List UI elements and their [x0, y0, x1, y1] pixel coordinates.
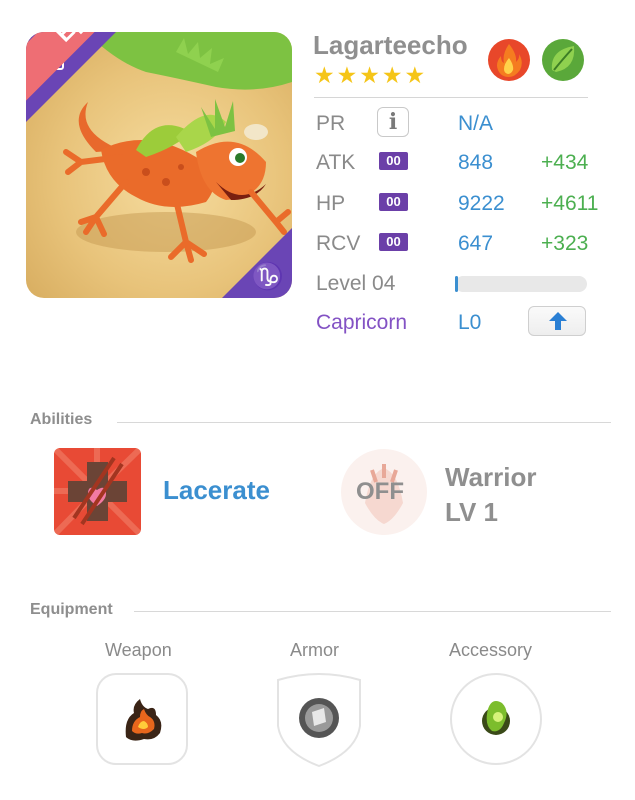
info-button[interactable]: i	[377, 107, 409, 137]
accessory-icon	[482, 701, 510, 735]
hp-value: 9222	[458, 192, 505, 215]
rcv-bonus: +323	[541, 232, 589, 255]
armor-label: Armor	[290, 640, 339, 660]
level-label: Level 04	[316, 272, 396, 295]
pr-value: N/A	[458, 112, 494, 135]
lacerate-icon	[54, 448, 141, 535]
warrior-ability-level: LV 1	[445, 497, 498, 527]
weapon-icon	[125, 699, 162, 741]
fire-icon	[488, 39, 530, 81]
leaf-icon	[542, 39, 584, 81]
rcv-value: 647	[458, 232, 494, 255]
zodiac-sign-label: Capricorn	[316, 311, 408, 334]
hp-bonus: +4611	[541, 192, 599, 215]
atk-badge: 00	[379, 152, 408, 170]
monster-portrait[interactable]: R Epic ♑	[26, 32, 292, 298]
accessory-label: Accessory	[449, 640, 533, 660]
upgrade-button[interactable]	[528, 306, 586, 336]
level-progress-fill	[455, 276, 458, 292]
armor-icon	[299, 698, 339, 738]
weapon-label: Weapon	[105, 640, 172, 660]
abilities-title: Abilities	[30, 411, 93, 428]
pr-label: PR	[316, 112, 346, 135]
star-rating: ★★★★★	[314, 62, 428, 88]
capricorn-icon: ♑	[251, 261, 284, 291]
info-icon: i	[388, 109, 398, 135]
equipment-divider	[134, 611, 611, 612]
equipment-title: Equipment	[30, 601, 113, 618]
hp-badge: 00	[379, 193, 408, 211]
zodiac-level: L0	[458, 311, 482, 334]
rcv-label: RCV	[316, 232, 361, 255]
atk-label: ATK	[316, 151, 356, 174]
abilities-divider	[117, 422, 611, 423]
level-progress-bar	[455, 276, 587, 292]
lacerate-ability-icon[interactable]	[54, 448, 141, 535]
accessory-slot[interactable]	[450, 673, 542, 765]
lacerate-ability-name[interactable]: Lacerate	[163, 475, 270, 506]
warrior-ability-name[interactable]: Warrior	[445, 462, 537, 493]
hp-label: HP	[316, 192, 346, 215]
weapon-slot[interactable]	[96, 673, 188, 765]
arrow-up-icon	[549, 312, 567, 330]
rcv-badge: 00	[379, 233, 408, 251]
warrior-off-status: OFF	[356, 478, 404, 505]
header-divider	[314, 97, 588, 98]
atk-value: 848	[458, 151, 494, 174]
monster-name: Lagarteecho	[313, 30, 468, 60]
atk-bonus: +434	[541, 151, 589, 174]
armor-slot[interactable]	[272, 670, 366, 768]
